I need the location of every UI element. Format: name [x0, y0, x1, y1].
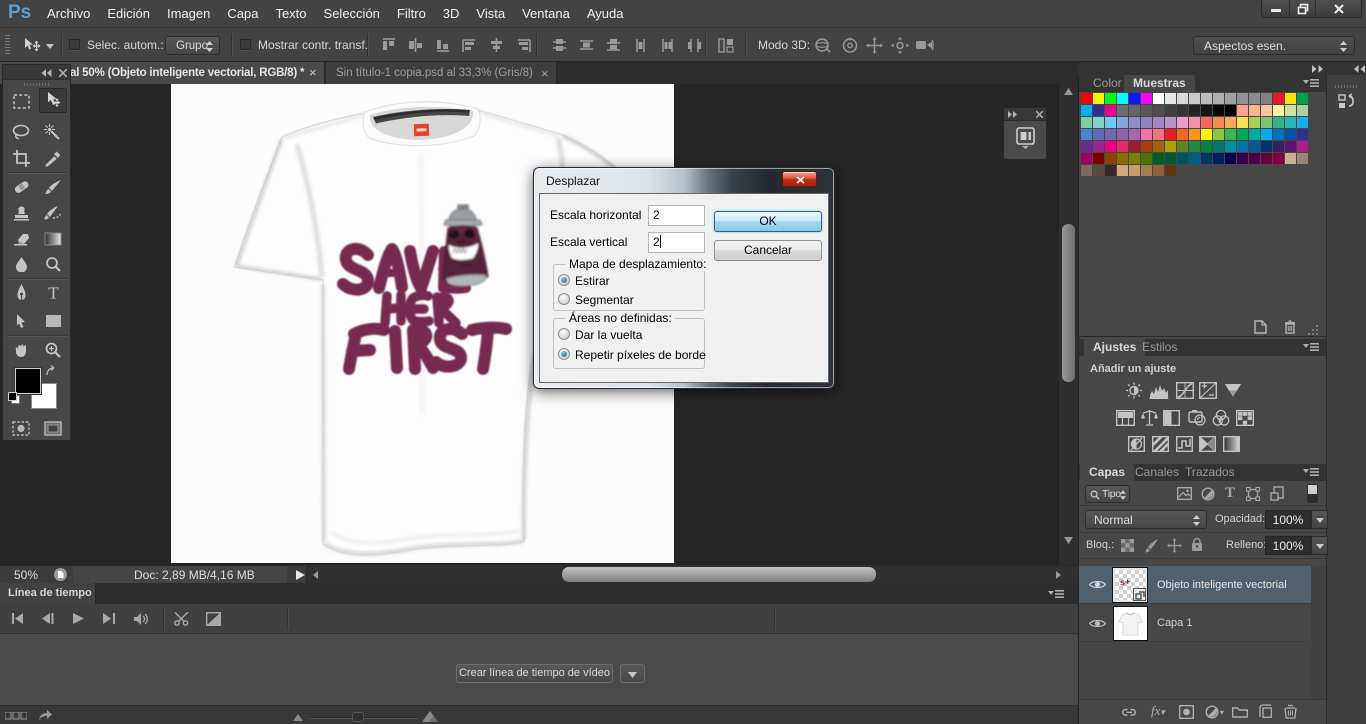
svg-text:T: T — [48, 285, 59, 301]
